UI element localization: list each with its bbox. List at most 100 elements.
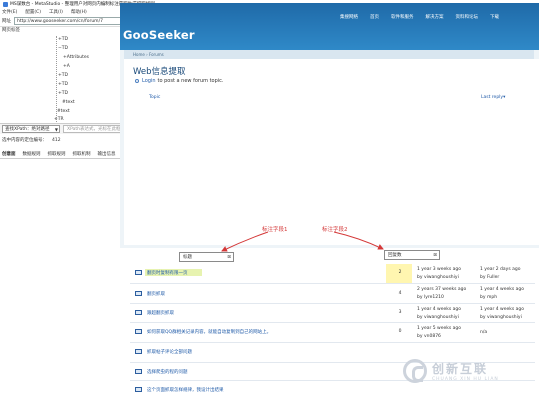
- watermark-cn: 创新互联: [432, 362, 489, 376]
- forum-topic-icon: [135, 270, 142, 275]
- created-by[interactable]: by viwanghoushiyi: [417, 274, 459, 282]
- watermark-text: 创新互联 CHUANG XIN HU LIAN: [432, 360, 499, 382]
- created-time: 1 year 4 weeks ago: [417, 307, 462, 312]
- menu-help[interactable]: 帮助(H): [71, 9, 87, 15]
- chevron-down-icon[interactable]: ▼: [55, 127, 58, 132]
- nav-item[interactable]: 解决方案: [426, 14, 444, 20]
- field-1-value: 标题: [183, 255, 192, 260]
- created-time: 1 year 3 weeks ago: [417, 267, 462, 272]
- last-reply-time: 1 year 2 days ago: [480, 267, 521, 272]
- sort-arrow-icon: ▾: [503, 95, 506, 100]
- close-icon[interactable]: ⊠: [227, 255, 231, 260]
- content-area: [124, 59, 539, 245]
- topic-link[interactable]: 翻页时复制有限一页: [147, 270, 188, 276]
- address-label: 网址: [2, 19, 11, 24]
- table-row[interactable]: 这个页面抓取怎样规律，我设计出结果: [130, 381, 535, 399]
- forum-topic-icon: [135, 291, 142, 296]
- field-1-box[interactable]: 标题 ⊠: [179, 252, 234, 262]
- selected-label: 选中内容的定位编号：: [2, 138, 47, 143]
- reply-count: 3: [398, 310, 402, 315]
- last-reply-time: 1 year 4 weeks ago: [480, 307, 525, 312]
- created-by[interactable]: by viwanghoushiyi: [417, 314, 459, 322]
- reply-count: 2: [398, 270, 402, 275]
- field-2-box[interactable]: 回复数 ⊠: [384, 250, 440, 260]
- dom-panel-header: 网页标签: [2, 28, 20, 33]
- column-header-topic[interactable]: Topic: [149, 95, 160, 100]
- created-time: 1 year 5 weeks ago: [417, 326, 462, 331]
- table-row[interactable]: 翻页时复制有限一页 2 1 year 3 weeks ago by viwang…: [130, 264, 535, 283]
- menu-config[interactable]: 配置(C): [25, 9, 41, 15]
- forum-topic-icon: [135, 349, 142, 354]
- nav-item[interactable]: 首页: [370, 14, 379, 20]
- topic-link[interactable]: 抓取帖子评论全部问题: [147, 349, 192, 355]
- table-row[interactable]: 跟超翻页抓取 3 1 year 4 weeks ago by viwanghou…: [130, 304, 535, 322]
- tab-output[interactable]: 输出信息: [98, 151, 116, 157]
- menu-file[interactable]: 文件(E): [2, 9, 17, 15]
- tree-node[interactable]: #text: [62, 100, 75, 105]
- app-icon: [3, 1, 8, 7]
- last-reply-by[interactable]: by mph: [480, 294, 497, 302]
- close-icon[interactable]: ⊠: [433, 253, 437, 258]
- forum-topic-icon: [135, 369, 142, 374]
- tree-node[interactable]: #text: [57, 109, 70, 114]
- tree-node[interactable]: +TD: [58, 37, 68, 42]
- login-link[interactable]: Login: [142, 78, 156, 84]
- topic-link[interactable]: 跟超翻页抓取: [147, 310, 174, 316]
- table-row[interactable]: 翻页抓取 4 2 years 37 weeks ago by lyre1210 …: [130, 284, 535, 303]
- nav-item[interactable]: 集搜网络: [340, 14, 358, 20]
- menu-tools[interactable]: 工具(I): [49, 9, 63, 15]
- field-2-value: 回复数: [388, 253, 402, 258]
- table-row[interactable]: 如何获取QQ群相关记录内容，就能自动复制到自己的网站上。 0 1 year 5 …: [130, 323, 535, 342]
- last-reply-time: 1 year 4 weeks ago: [480, 287, 525, 292]
- last-reply-time: n/a: [480, 330, 488, 335]
- created-by[interactable]: by vn0876: [417, 333, 441, 341]
- column-header-last-reply[interactable]: Last reply▾: [481, 95, 505, 100]
- watermark-icon: [403, 359, 427, 383]
- reply-count: 4: [398, 291, 402, 296]
- xpath-mode-select[interactable]: 查找XPath：绝对路径 ▼: [2, 125, 60, 133]
- created-time: 2 years 37 weeks ago: [417, 287, 467, 292]
- tree-node[interactable]: +TD: [58, 73, 68, 78]
- bullet-icon: [135, 79, 139, 83]
- topic-link[interactable]: 选择爬虫的程的问题: [147, 369, 188, 375]
- last-reply-by[interactable]: by Fuller: [480, 274, 499, 282]
- login-suffix: to post a new forum topic.: [157, 78, 224, 84]
- tree-node[interactable]: +TR: [54, 117, 64, 122]
- created-by[interactable]: by lyre1210: [417, 294, 444, 302]
- forum-topic-icon: [135, 310, 142, 315]
- xpath-mode-value: 查找XPath：绝对路径: [5, 127, 50, 132]
- selected-value: 412: [52, 137, 61, 143]
- site-header: [120, 3, 539, 50]
- site-logo[interactable]: GooSeeker: [123, 28, 195, 42]
- watermark-en: CHUANG XIN HU LIAN: [432, 377, 499, 382]
- annotation-label-1: 标注字段1: [262, 227, 288, 233]
- tree-node[interactable]: +Attributes: [63, 55, 89, 60]
- app-window: MS谋数台 - MetaStudio - 整理用户对网页内编制标注获取生成提取规…: [0, 0, 539, 404]
- tree-node[interactable]: +TD: [58, 82, 68, 87]
- topic-link[interactable]: 这个页面抓取怎样规律，我设计出结果: [147, 387, 224, 393]
- forum-topic-icon: [135, 329, 142, 334]
- login-line: Login to post a new forum topic.: [135, 78, 224, 84]
- tree-node[interactable]: +A: [63, 64, 70, 69]
- reply-count: 0: [398, 329, 402, 334]
- last-reply-label: Last reply: [481, 95, 504, 100]
- url-value: http://www.gooseeker.com/cn/forum/7: [17, 18, 103, 24]
- topic-link[interactable]: 翻页抓取: [147, 291, 165, 297]
- topic-link[interactable]: 如何获取QQ群相关记录内容，就能自动复制到自己的网站上。: [147, 329, 271, 335]
- page-title: Web信息提取: [133, 67, 186, 77]
- site-nav: 集搜网络 首页 软件和服务 解决方案 资料和论坛 下载: [340, 14, 511, 20]
- tab-ideas[interactable]: 创意面: [2, 151, 16, 157]
- tree-node[interactable]: −TD: [58, 46, 68, 51]
- watermark-logo: 创新互联 CHUANG XIN HU LIAN: [403, 359, 499, 383]
- breadcrumb[interactable]: Home › Forums: [124, 50, 534, 59]
- tree-node[interactable]: +TD: [58, 91, 68, 96]
- tab-data-rules[interactable]: 数据规则: [23, 151, 41, 157]
- nav-item[interactable]: 资料和论坛: [456, 14, 479, 20]
- last-reply-by[interactable]: by viwanghoushiyi: [480, 314, 522, 322]
- tab-crawl-rules[interactable]: 抓取规则: [48, 151, 66, 157]
- annotation-label-2: 标注字段2: [322, 227, 348, 233]
- forum-topic-icon: [135, 387, 142, 392]
- nav-item[interactable]: 软件和服务: [391, 14, 414, 20]
- tab-crawl-mechanism[interactable]: 抓取机制: [73, 151, 91, 157]
- nav-item[interactable]: 下载: [490, 14, 499, 20]
